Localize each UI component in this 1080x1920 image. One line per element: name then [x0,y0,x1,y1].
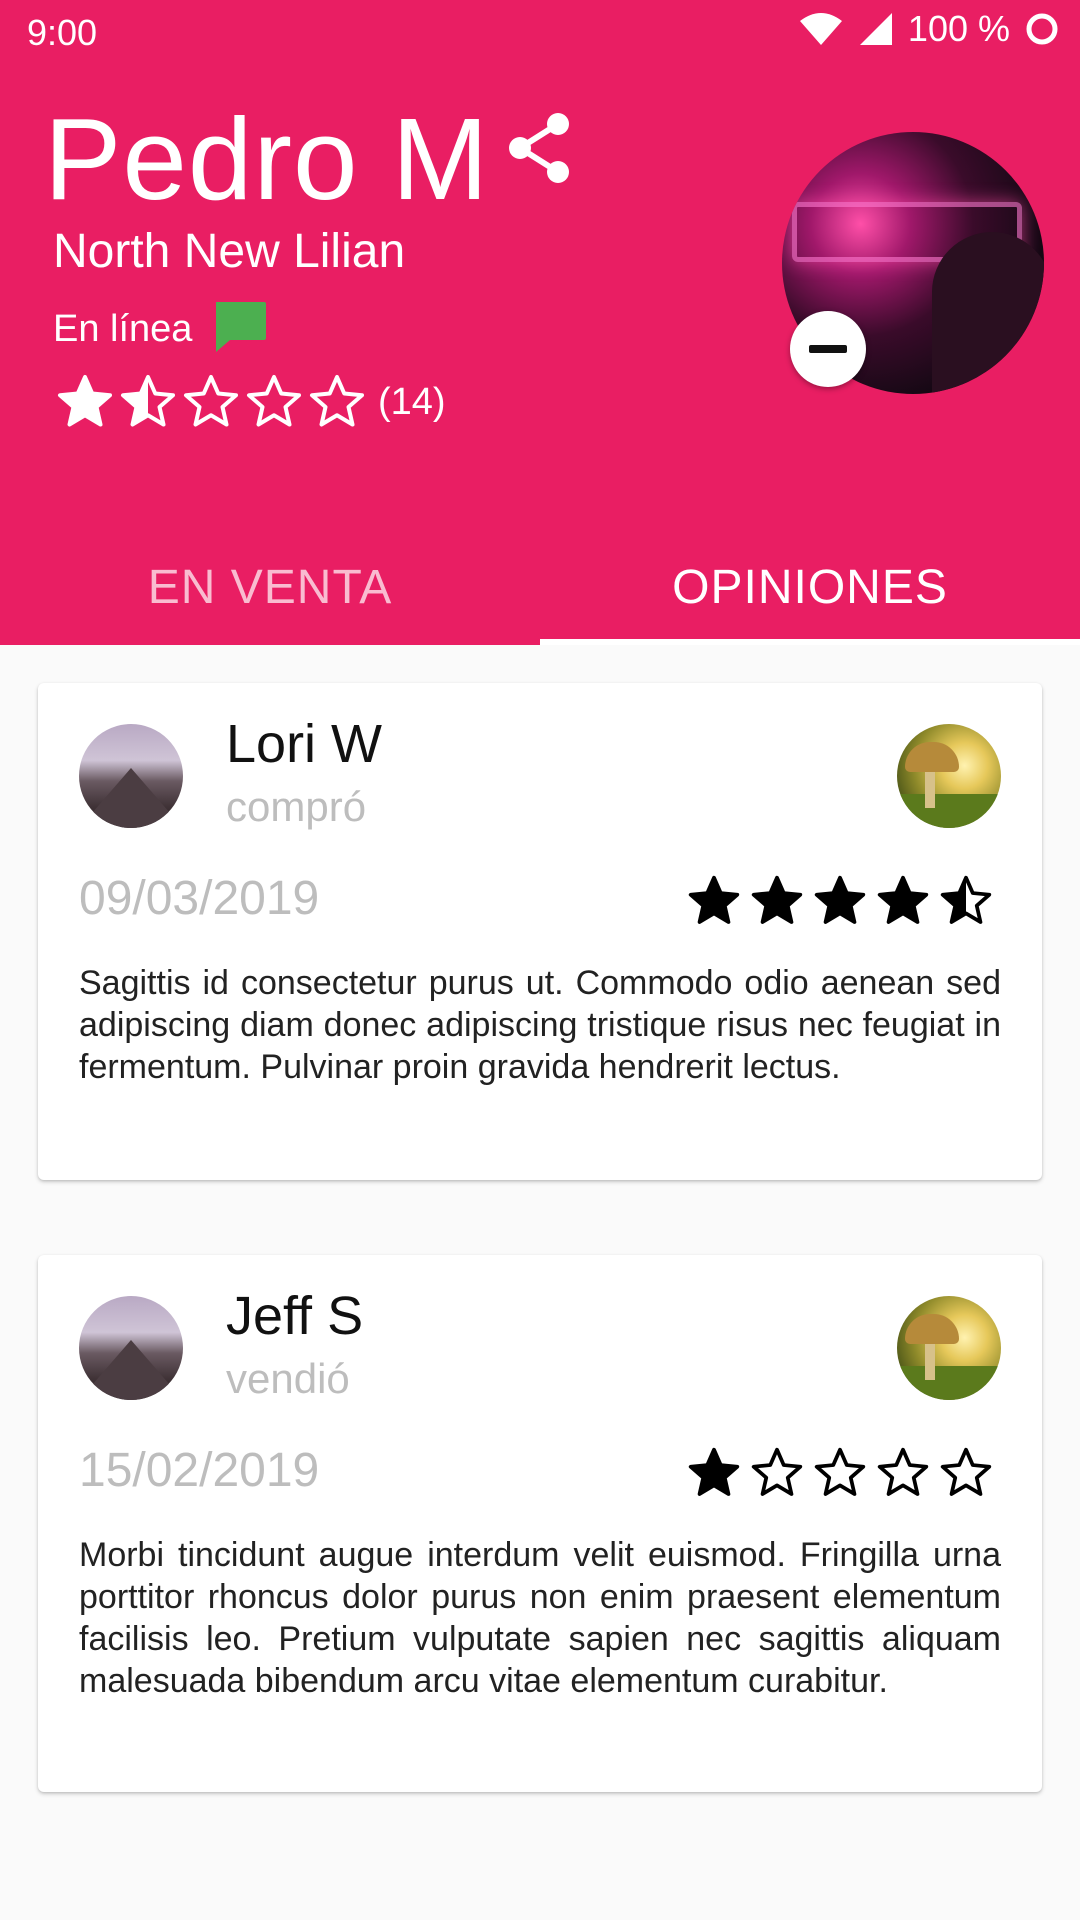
profile-location: North New Lilian [53,225,406,278]
tab-indicator [540,639,1080,645]
reviewer-avatar[interactable] [79,724,183,828]
status-right: 100 % [798,8,1060,50]
empty-star-icon [184,375,238,427]
full-star-icon [751,875,803,924]
cell-signal-icon [858,11,894,47]
empty-star-icon [940,1447,992,1496]
tab-label: EN VENTA [147,561,393,614]
review-card[interactable]: Lori W compró 09/03/2019 Sagittis id con… [38,683,1042,1180]
product-thumbnail[interactable] [897,724,1001,828]
review-card[interactable]: Jeff S vendió 15/02/2019 Morbi tincidunt… [38,1255,1042,1792]
reviewer-name: Jeff S [226,1286,364,1346]
reviewer-avatar[interactable] [79,1296,183,1400]
empty-star-icon [310,375,364,427]
tab-opiniones[interactable]: OPINIONES [540,530,1080,645]
remove-icon[interactable] [790,311,866,387]
half-star-icon [121,375,175,427]
empty-star-icon [751,1447,803,1496]
profile-header: 9:00 100 % Pedro M North New Lilian En l… [0,0,1080,645]
share-icon[interactable] [508,112,572,189]
empty-star-icon [247,375,301,427]
review-rating-stars [679,1445,994,1501]
reviewer-name: Lori W [226,714,383,774]
full-star-icon [877,875,929,924]
full-star-icon [814,875,866,924]
review-date: 09/03/2019 [79,872,320,925]
wifi-icon [798,11,844,47]
profile-rating-stars [55,372,370,432]
review-date: 15/02/2019 [79,1444,320,1497]
tab-en-venta[interactable]: EN VENTA [0,530,540,645]
rating-count: (14) [378,380,446,423]
full-star-icon [58,375,112,427]
product-thumbnail[interactable] [897,1296,1001,1400]
review-text: Sagittis id consectetur purus ut. Commod… [79,964,1001,1086]
battery-text: 100 % [907,8,1010,49]
full-star-icon [688,875,740,924]
empty-star-icon [814,1447,866,1496]
online-status: En línea [53,300,268,359]
half-star-icon [940,875,992,924]
review-rating-stars [679,873,994,929]
chat-icon[interactable] [212,300,268,359]
status-bar: 9:00 100 % [0,0,1080,64]
profile-name: Pedro M [44,94,490,224]
status-time: 9:00 [27,12,98,53]
online-label: En línea [53,308,193,350]
tab-label: OPINIONES [672,561,948,614]
full-star-icon [688,1447,740,1496]
empty-star-icon [877,1447,929,1496]
reviewer-action: compró [226,783,367,830]
reviewer-action: vendió [226,1355,350,1402]
profile-rating: (14) [55,372,446,432]
battery-ring-icon [1024,11,1060,47]
tab-bar: EN VENTA OPINIONES [0,530,1080,645]
review-text: Morbi tincidunt augue interdum velit eui… [79,1536,1001,1700]
